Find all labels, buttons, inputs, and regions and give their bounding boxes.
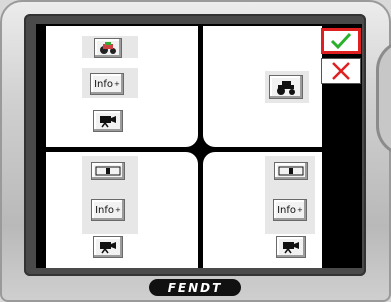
video-camera-icon: [283, 242, 299, 254]
info-label: Info: [94, 78, 114, 90]
cross-icon: [332, 62, 350, 80]
pane-bottom-right[interactable]: Info +: [203, 152, 322, 268]
pane-top-right[interactable]: [203, 26, 322, 147]
camera-tractor-icon: [100, 42, 116, 54]
check-icon: [330, 32, 352, 50]
video-camera-button[interactable]: [276, 236, 306, 258]
info-label: Info: [95, 204, 115, 216]
confirm-button[interactable]: [321, 28, 361, 54]
pane-top-left[interactable]: Info +: [46, 26, 198, 147]
split-bar-icon: [95, 166, 121, 176]
info-label: Info: [277, 204, 297, 216]
split-bar-button[interactable]: [274, 162, 308, 180]
info-sup: +: [114, 80, 120, 88]
pane-bottom-left[interactable]: Info +: [46, 152, 198, 268]
video-camera-icon: [100, 116, 116, 128]
video-camera-button[interactable]: [93, 236, 123, 258]
split-bar-icon: [278, 166, 304, 176]
cancel-button[interactable]: [321, 58, 361, 84]
camera-tractor-button[interactable]: [94, 38, 122, 58]
split-bar-button[interactable]: [91, 162, 125, 180]
info-button[interactable]: Info +: [273, 199, 307, 221]
video-camera-icon: [100, 242, 116, 254]
brand-logo: FENDT: [149, 279, 241, 296]
info-sup: +: [297, 206, 303, 214]
info-button[interactable]: Info +: [90, 73, 124, 95]
tractor-button[interactable]: [269, 75, 303, 99]
info-button[interactable]: Info +: [91, 199, 125, 221]
side-knob: [376, 40, 391, 156]
tractor-icon: [277, 81, 295, 95]
video-camera-button[interactable]: [93, 110, 123, 132]
info-sup: +: [115, 206, 121, 214]
